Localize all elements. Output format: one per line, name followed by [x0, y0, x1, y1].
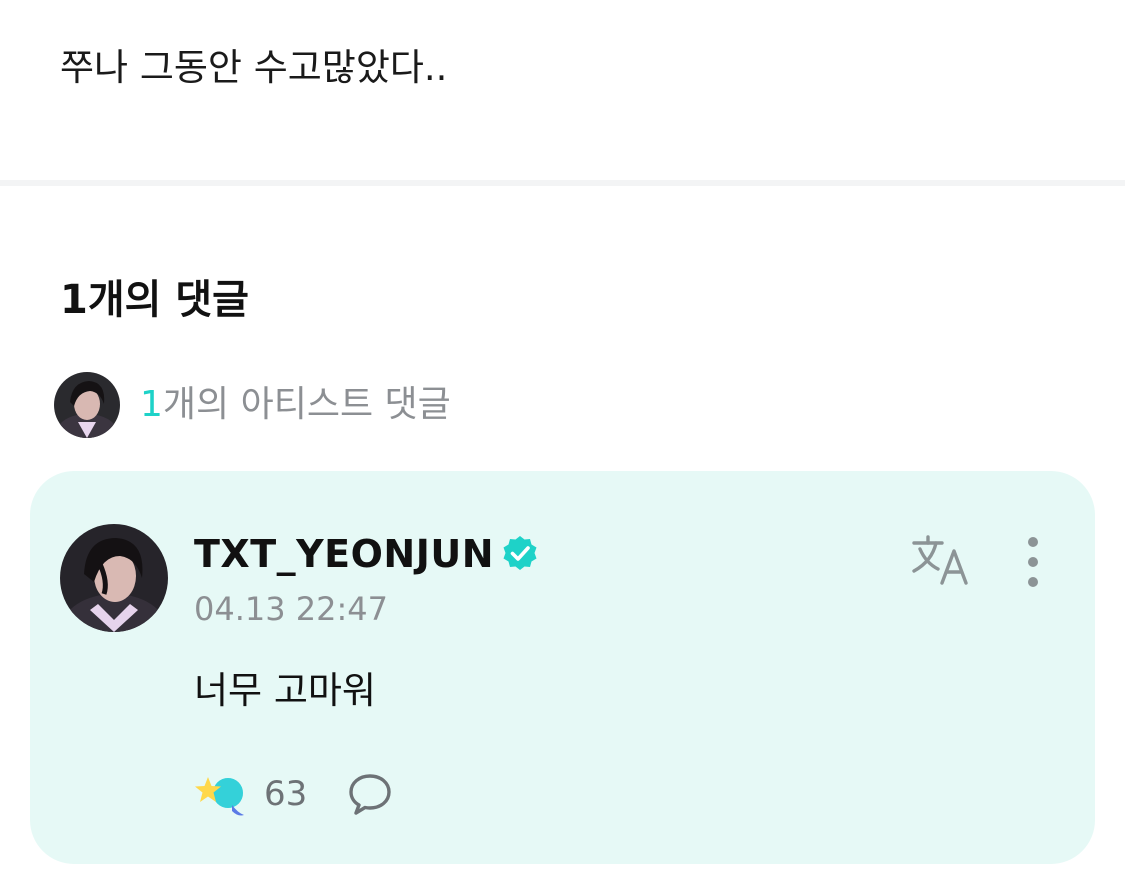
more-options-button[interactable]: [1028, 537, 1038, 587]
comment-actions: 63: [194, 769, 393, 819]
artist-comments-label: 1개의 아티스트 댓글: [140, 372, 451, 438]
artist-comment-label-text: 개의 아티스트 댓글: [162, 384, 451, 425]
post-body-text: 쭈나 그동안 수고많았다..: [60, 46, 448, 89]
author-name[interactable]: TXT_YEONJUN: [194, 532, 494, 576]
section-divider: [0, 180, 1125, 186]
sparkle-like-icon[interactable]: [194, 769, 246, 819]
author-avatar[interactable]: [60, 524, 168, 632]
comment-bubble-icon[interactable]: [347, 772, 393, 816]
more-vertical-icon-dot: [1028, 577, 1038, 587]
artist-comment-count: 1: [140, 384, 163, 425]
artist-comment-card: TXT_YEONJUN 04.13 22:47 너무 고마워 63: [30, 471, 1095, 864]
comments-count-heading: 1개의 댓글: [60, 277, 249, 323]
translate-button[interactable]: [908, 533, 974, 587]
comment-text: 너무 고마워: [194, 669, 376, 712]
artist-comments-summary[interactable]: 1개의 아티스트 댓글: [54, 372, 451, 438]
translate-icon: [912, 535, 968, 585]
verified-badge-icon: [500, 534, 540, 574]
more-vertical-icon-dot: [1028, 557, 1038, 567]
like-count: 63: [264, 774, 308, 814]
author-row: TXT_YEONJUN: [194, 529, 540, 579]
artist-mini-avatar: [54, 372, 120, 438]
more-vertical-icon-dot: [1028, 537, 1038, 547]
comment-timestamp: 04.13 22:47: [194, 590, 388, 628]
